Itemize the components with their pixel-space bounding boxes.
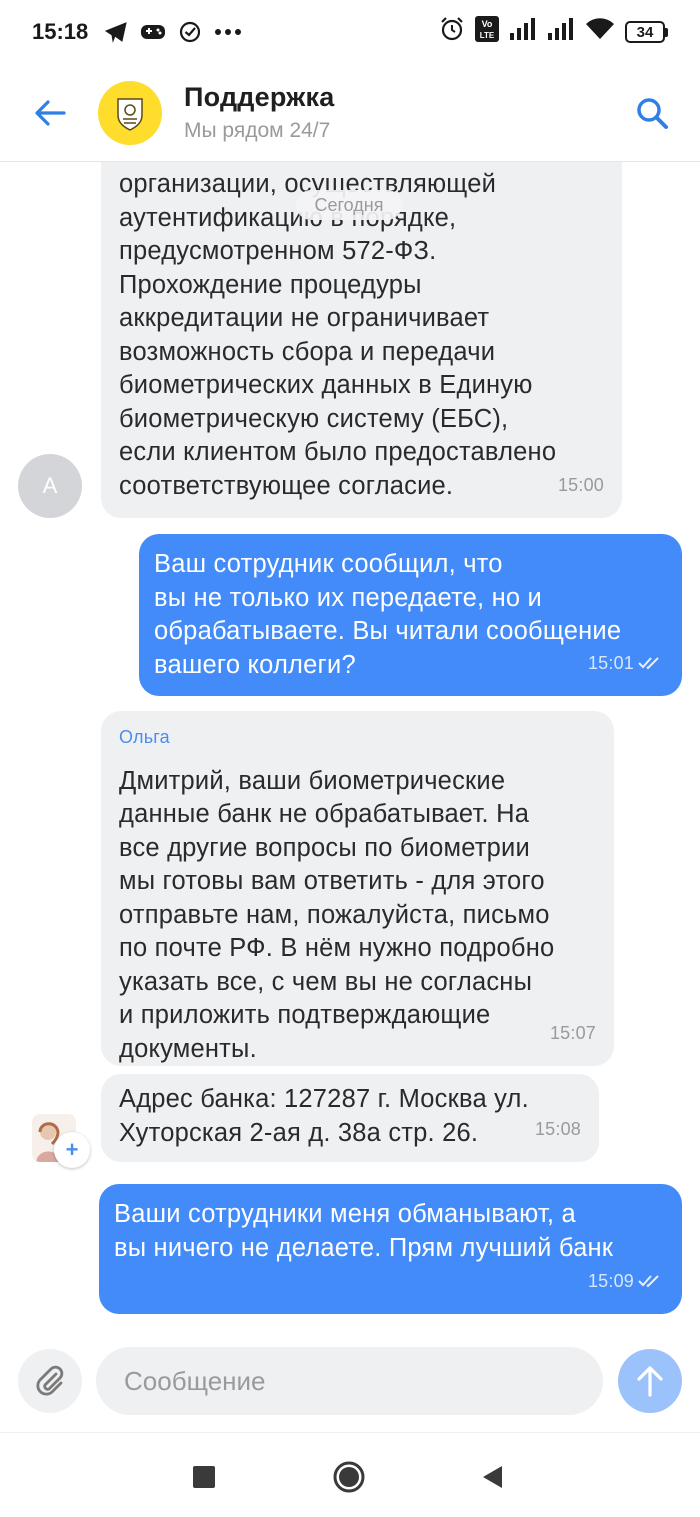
avatar[interactable]: A xyxy=(18,454,82,518)
message-text: Ваши сотрудники меня обманывают, а вы ни… xyxy=(114,1200,614,1262)
signal-icon xyxy=(547,17,575,47)
message-composer xyxy=(0,1334,700,1430)
chat-header: Поддержка Мы рядом 24/7 xyxy=(0,64,700,162)
volte-icon: Vo LTE xyxy=(475,16,499,48)
double-check-icon xyxy=(638,1275,659,1288)
battery-level: 34 xyxy=(625,21,665,43)
status-time: 15:18 xyxy=(32,19,89,44)
attach-button[interactable] xyxy=(18,1349,82,1413)
more-dots-icon xyxy=(214,28,242,36)
gamepad-icon xyxy=(140,22,166,42)
sender-name: Ольга xyxy=(119,727,170,747)
message-list[interactable]: организации, осуществляющей аутентификац… xyxy=(0,162,700,1334)
message-time: 15:01 xyxy=(587,652,634,673)
add-icon[interactable]: + xyxy=(54,1132,90,1168)
check-circle-icon xyxy=(178,20,202,44)
message-bubble[interactable]: Ваши сотрудники меня обманывают, а вы ни… xyxy=(99,1184,682,1314)
battery-icon: 34 xyxy=(625,21,668,43)
svg-text:Vo: Vo xyxy=(482,19,493,29)
back-nav-button[interactable] xyxy=(474,1459,510,1495)
telegram-icon xyxy=(104,21,128,43)
message-text: Адрес банка: 127287 г. Москва ул. Хуторс… xyxy=(119,1085,529,1147)
status-right: Vo LTE 34 xyxy=(439,16,668,48)
message-bubble[interactable]: Ваш сотрудник сообщил, что вы не только … xyxy=(139,534,682,696)
home-button[interactable] xyxy=(331,1459,367,1495)
recents-button[interactable] xyxy=(186,1459,222,1495)
message-time: 15:08 xyxy=(534,1118,581,1139)
search-icon xyxy=(637,97,668,129)
message-bubble[interactable]: Адрес банка: 127287 г. Москва ул. Хуторс… xyxy=(101,1074,599,1162)
alarm-icon xyxy=(439,16,465,48)
status-bar: 15:18 Vo LTE 34 xyxy=(0,0,700,64)
bank-logo[interactable] xyxy=(98,80,162,145)
system-nav-bar xyxy=(0,1432,700,1517)
search-button[interactable] xyxy=(630,91,674,135)
header-text[interactable]: Поддержка Мы рядом 24/7 xyxy=(184,82,334,143)
message-time: 15:09 xyxy=(587,1270,634,1291)
message-input[interactable] xyxy=(96,1347,603,1415)
arrow-left-icon xyxy=(35,99,66,126)
message-bubble[interactable]: Ольга Дмитрий, ваши биометрические данны… xyxy=(101,711,614,1066)
recents-square-icon xyxy=(193,1466,215,1488)
double-check-icon xyxy=(638,657,659,670)
chat-subtitle: Мы рядом 24/7 xyxy=(184,119,331,142)
back-triangle-icon xyxy=(483,1466,502,1488)
signal-icon xyxy=(509,17,537,47)
svg-text:LTE: LTE xyxy=(480,31,495,40)
date-chip: Сегодня xyxy=(296,190,402,220)
message-text: Дмитрий, ваши биометрические данные банк… xyxy=(119,766,555,1063)
coat-of-arms-icon xyxy=(117,97,143,131)
wifi-icon xyxy=(585,17,615,47)
arrow-up-icon xyxy=(637,1366,663,1397)
message-time: 15:00 xyxy=(557,474,604,495)
paperclip-icon xyxy=(36,1365,64,1396)
message-time: 15:07 xyxy=(549,1022,596,1043)
back-button[interactable] xyxy=(28,91,72,135)
avatar-letter: A xyxy=(42,473,58,498)
home-circle-icon xyxy=(333,1461,365,1493)
send-button[interactable] xyxy=(618,1349,682,1413)
chat-title: Поддержка xyxy=(184,82,335,112)
